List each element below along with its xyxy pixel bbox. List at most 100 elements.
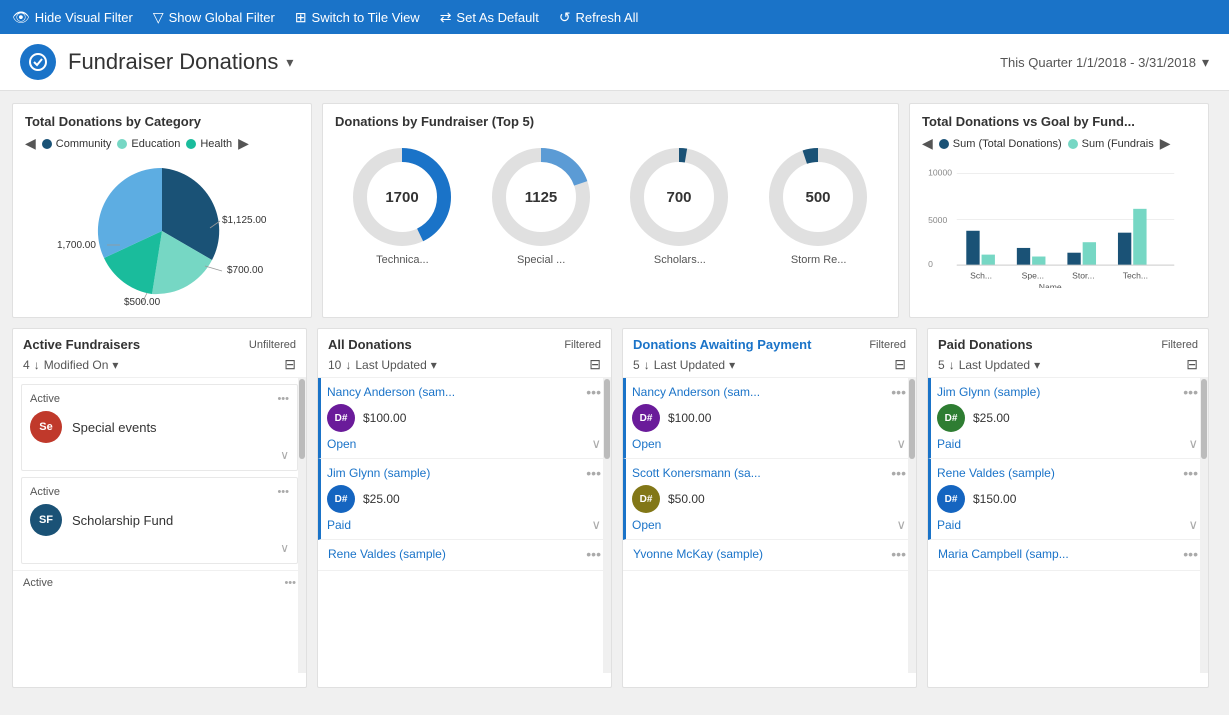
awaiting-name-1[interactable]: Scott Konersmann (sa... [632, 466, 761, 480]
show-global-filter-btn[interactable]: ▽ Show Global Filter [153, 9, 275, 26]
paid-dots-0[interactable]: ••• [1183, 384, 1198, 400]
svg-text:700: 700 [667, 189, 692, 206]
active-fundraisers-card: Active Fundraisers Unfiltered 4 ↓ Modifi… [12, 328, 307, 688]
active-fundraisers-scrollbar[interactable] [298, 378, 306, 673]
sort-down-icon-dap: ↓ [644, 358, 650, 372]
donation-dots-0[interactable]: ••• [586, 384, 601, 400]
item-more-icon-1[interactable]: ••• [277, 486, 289, 498]
paid-item-header-0: Jim Glynn (sample) ••• [937, 384, 1198, 400]
filter-columns-icon-pd[interactable]: ⊟ [1186, 356, 1198, 373]
awaiting-status-0[interactable]: Open [632, 437, 661, 451]
awaiting-item-header-2: Yvonne McKay (sample) ••• [633, 546, 906, 562]
paid-row-1: D# $150.00 [937, 485, 1198, 513]
donation-status-1[interactable]: Paid [327, 518, 351, 532]
all-donations-header: All Donations Filtered 10 ↓ Last Updated… [318, 329, 611, 378]
awaiting-amount-1: $50.00 [668, 492, 705, 506]
donut-label-1: Special ... [517, 254, 565, 266]
donation-item-header-2: Rene Valdes (sample) ••• [328, 546, 601, 562]
expand-chevron-0[interactable]: ∨ [280, 448, 289, 462]
paid-avatar-0: D# [937, 404, 965, 432]
donations-awaiting-sort[interactable]: 5 ↓ Last Updated ▾ [633, 358, 735, 372]
donut-label-2: Scholars... [654, 254, 706, 266]
donation-name-2[interactable]: Rene Valdes (sample) [328, 547, 446, 561]
title-dropdown-icon[interactable]: ▾ [286, 54, 293, 71]
pie-next-arrow[interactable]: ▶ [238, 135, 249, 152]
donation-name-0[interactable]: Nancy Anderson (sam... [327, 385, 455, 399]
awaiting-row-0: D# $100.00 [632, 404, 906, 432]
paid-donations-scrollbar[interactable] [1200, 378, 1208, 673]
donation-dots-2[interactable]: ••• [586, 546, 601, 562]
sort-count-pd: 5 [938, 358, 945, 372]
scrollbar-thumb-dap [909, 379, 915, 459]
paid-expand-1[interactable]: ∨ [1188, 517, 1198, 533]
active-fundraisers-header: Active Fundraisers Unfiltered 4 ↓ Modifi… [13, 329, 306, 378]
awaiting-dots-1[interactable]: ••• [891, 465, 906, 481]
fundraiser-expand-1: ∨ [30, 540, 289, 555]
awaiting-dots-2[interactable]: ••• [891, 546, 906, 562]
paid-status-1[interactable]: Paid [937, 518, 961, 532]
awaiting-item-header-1: Scott Konersmann (sa... ••• [632, 465, 906, 481]
header: Fundraiser Donations ▾ This Quarter 1/1/… [0, 34, 1229, 91]
item-more-icon-2[interactable]: ••• [284, 577, 296, 589]
paid-status-0[interactable]: Paid [937, 437, 961, 451]
awaiting-avatar-1: D# [632, 485, 660, 513]
donation-dots-1[interactable]: ••• [586, 465, 601, 481]
awaiting-expand-0[interactable]: ∨ [896, 436, 906, 452]
all-donations-body: Nancy Anderson (sam... ••• D# $100.00 Op… [318, 378, 611, 673]
set-default-btn[interactable]: ⇄ Set As Default [440, 9, 539, 26]
all-donations-card: All Donations Filtered 10 ↓ Last Updated… [317, 328, 612, 688]
donation-item-header-0: Nancy Anderson (sam... ••• [327, 384, 601, 400]
paid-name-1[interactable]: Rene Valdes (sample) [937, 466, 1055, 480]
pie-prev-arrow[interactable]: ◀ [25, 135, 36, 152]
paid-dots-2[interactable]: ••• [1183, 546, 1198, 562]
paid-avatar-1: D# [937, 485, 965, 513]
filter-columns-icon-dap[interactable]: ⊟ [894, 356, 906, 373]
paid-donations-sort[interactable]: 5 ↓ Last Updated ▾ [938, 358, 1040, 372]
fundraiser-item-1: Active ••• SF Scholarship Fund ∨ [21, 477, 298, 564]
sort-chevron-icon: ▾ [112, 358, 118, 372]
sort-field: Modified On [44, 358, 109, 372]
bar-next-arrow[interactable]: ▶ [1160, 135, 1171, 152]
donation-name-1[interactable]: Jim Glynn (sample) [327, 466, 430, 480]
item-more-icon-0[interactable]: ••• [277, 393, 289, 405]
awaiting-status-row-0: Open ∨ [632, 436, 906, 452]
hide-visual-filter-btn[interactable]: 👁 Hide Visual Filter [12, 9, 133, 26]
donation-expand-1[interactable]: ∨ [591, 517, 601, 533]
health-label: Health [200, 138, 232, 150]
awaiting-name-0[interactable]: Nancy Anderson (sam... [632, 385, 760, 399]
donation-avatar-0: D# [327, 404, 355, 432]
bar-prev-arrow[interactable]: ◀ [922, 135, 933, 152]
paid-expand-0[interactable]: ∨ [1188, 436, 1198, 452]
paid-dots-1[interactable]: ••• [1183, 465, 1198, 481]
donation-status-0[interactable]: Open [327, 437, 356, 451]
all-donations-sort[interactable]: 10 ↓ Last Updated ▾ [328, 358, 437, 372]
paid-item-2: Maria Campbell (samp... ••• [928, 540, 1208, 571]
fundraiser-item-2: Active ••• [13, 570, 306, 595]
paid-name-2[interactable]: Maria Campbell (samp... [938, 547, 1069, 561]
filter-columns-icon[interactable]: ⊟ [284, 356, 296, 373]
switch-tile-view-btn[interactable]: ⊞ Switch to Tile View [295, 9, 420, 26]
paid-donations-header: Paid Donations Filtered 5 ↓ Last Updated… [928, 329, 1208, 378]
refresh-all-btn[interactable]: ↺ Refresh All [559, 9, 639, 26]
bar-chart-card: Total Donations vs Goal by Fund... ◀ Sum… [909, 103, 1209, 318]
donut-item-1: 1125 Special ... [489, 145, 594, 266]
awaiting-expand-1[interactable]: ∨ [896, 517, 906, 533]
all-donations-controls: 10 ↓ Last Updated ▾ ⊟ [328, 356, 601, 373]
status-text-1: Active [30, 486, 60, 498]
awaiting-name-2[interactable]: Yvonne McKay (sample) [633, 547, 763, 561]
expand-chevron-1[interactable]: ∨ [280, 541, 289, 555]
paid-name-0[interactable]: Jim Glynn (sample) [937, 385, 1040, 399]
sort-field-dap: Last Updated [654, 358, 725, 372]
date-range-text: This Quarter 1/1/2018 - 3/31/2018 [1000, 55, 1196, 70]
active-fundraisers-sort[interactable]: 4 ↓ Modified On ▾ [23, 358, 118, 372]
donation-expand-0[interactable]: ∨ [591, 436, 601, 452]
awaiting-dots-0[interactable]: ••• [891, 384, 906, 400]
bar-chart-area: 10000 5000 0 [910, 158, 1208, 288]
paid-row-0: D# $25.00 [937, 404, 1198, 432]
donations-awaiting-scrollbar[interactable] [908, 378, 916, 673]
date-dropdown-icon[interactable]: ▾ [1202, 54, 1209, 71]
all-donations-scrollbar[interactable] [603, 378, 611, 673]
awaiting-status-1[interactable]: Open [632, 518, 661, 532]
donut-chart-card: Donations by Fundraiser (Top 5) 1700 Tec… [322, 103, 899, 318]
filter-columns-icon-ad[interactable]: ⊟ [589, 356, 601, 373]
